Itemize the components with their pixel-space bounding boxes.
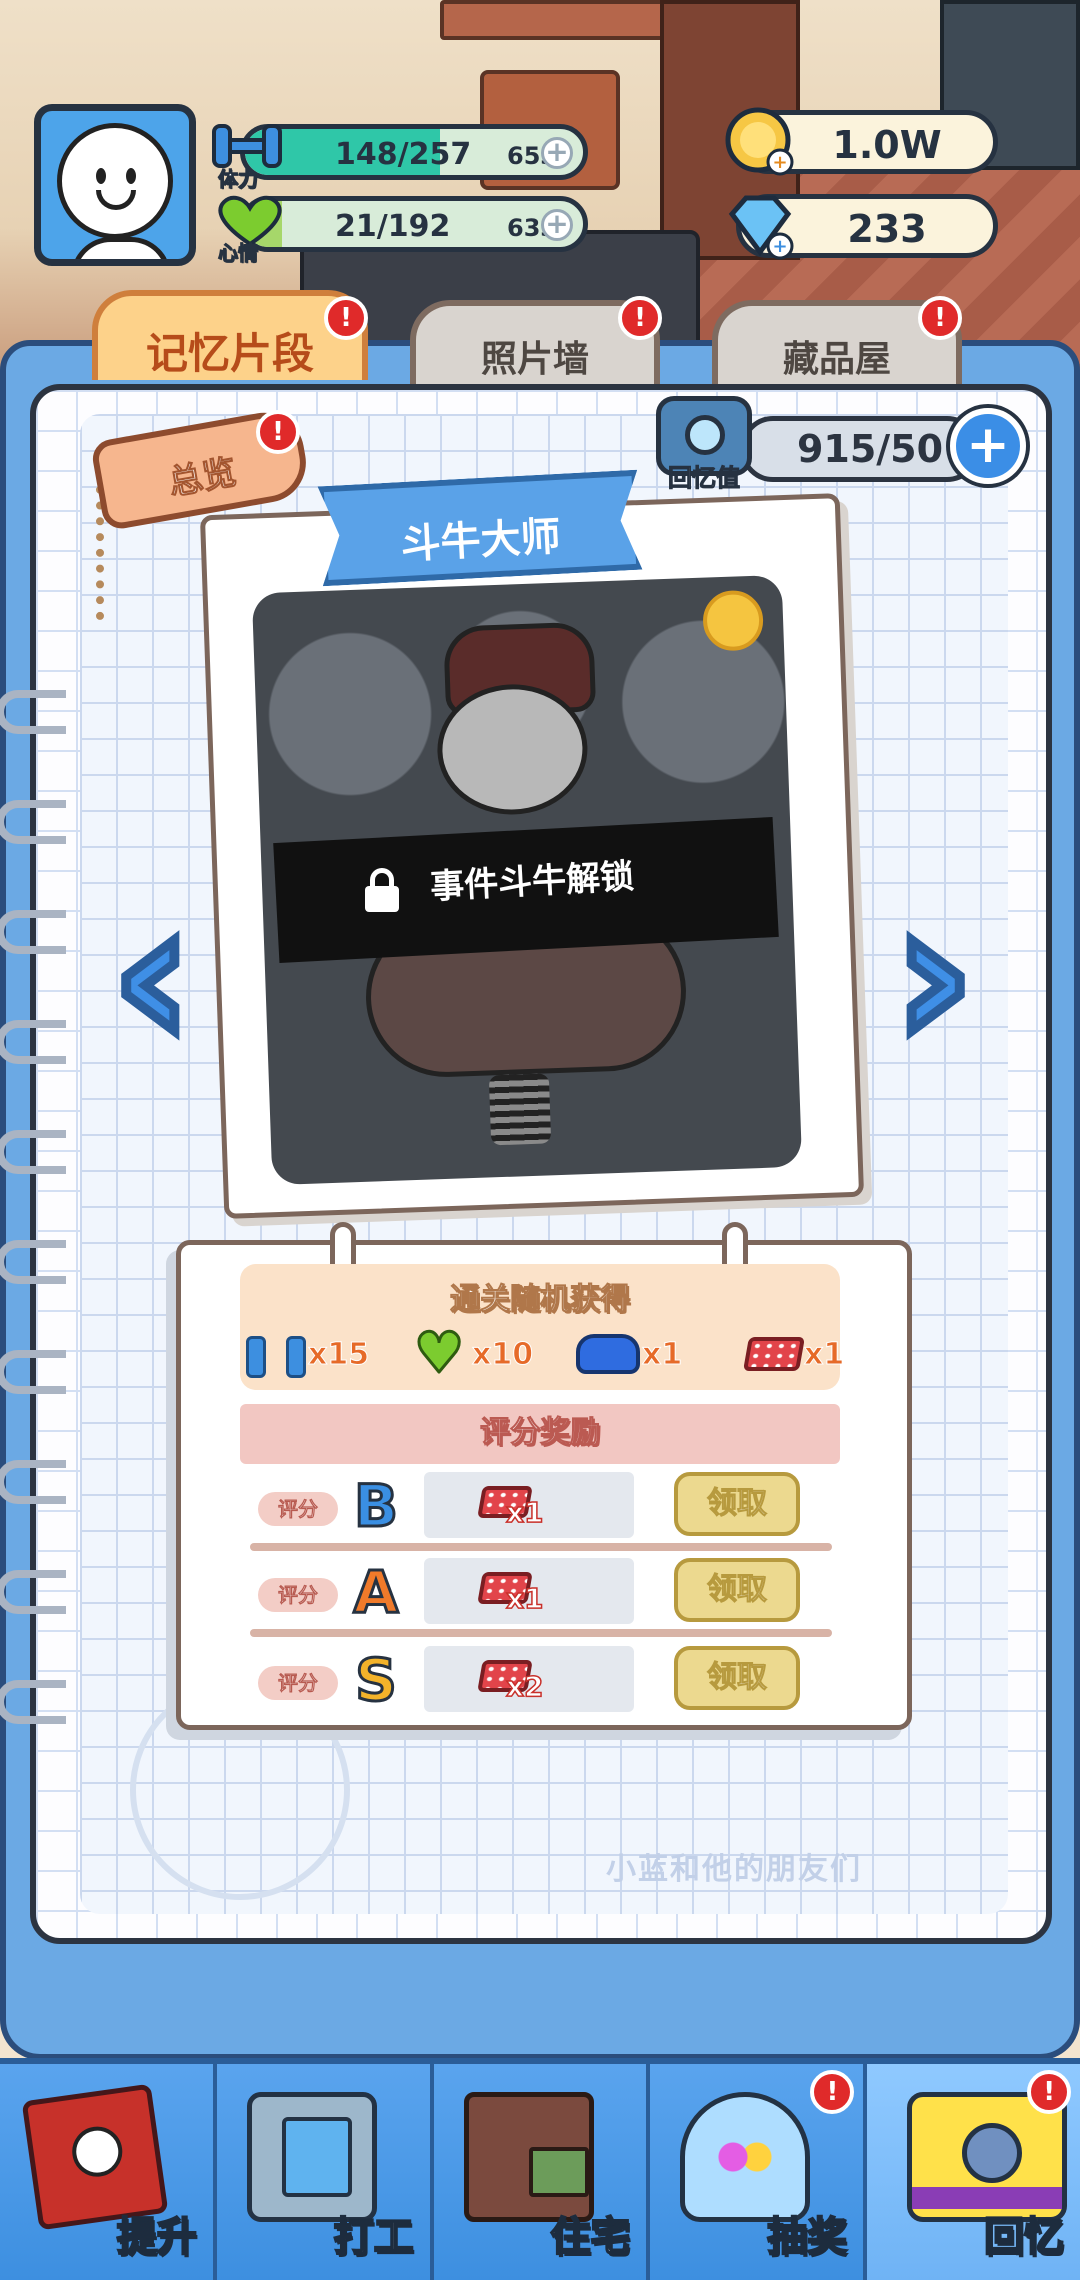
stamina-value: 148/257 [335,137,472,172]
nav-upgrade[interactable]: 提升 [0,2064,217,2280]
mood-value: 21/192 [335,209,451,244]
tab-collection-room-label: 藏品屋 [782,339,891,380]
binder-ring [0,1020,66,1064]
smiley-face-icon [57,123,173,239]
mood-label: 心情 [218,241,259,266]
divider [250,1629,832,1637]
score-reward-slot: x1 [424,1558,634,1624]
score-reward-slot: x1 [424,1472,634,1538]
score-reward-slot: x2 [424,1646,634,1712]
mood-add-button[interactable]: + [541,209,573,241]
tab-memory-fragments-label: 记忆片段 [145,329,314,378]
shelf-decoration [440,0,680,40]
drop-item-heart: ♥ x10 [413,1321,534,1386]
tab-memory-fragments-badge: ! [324,296,368,340]
binder-ring [0,1130,66,1174]
score-pill: 评分 [258,1666,338,1700]
score-reward-qty: x1 [505,1581,544,1616]
grade-a-label: A [352,1558,400,1626]
previous-memory-button[interactable]: ‹ [98,871,206,1081]
grade-s-label: S [354,1646,399,1714]
next-memory-button[interactable]: › [880,871,988,1081]
overview-badge: ! [256,410,300,454]
binder-ring [0,1460,66,1504]
drop-item-car: x1 [576,1326,683,1382]
gacha-machine-icon [680,2092,811,2222]
brick-icon [743,1337,805,1371]
score-reward-qty: x2 [505,1669,544,1704]
memory-title: 斗牛大师 [399,513,562,569]
add-memory-points-button[interactable]: + [950,408,1026,484]
binder-ring [0,910,66,954]
nav-work-label: 打工 [333,2213,415,2261]
dumbbell-icon [246,1334,306,1378]
car-icon [576,1334,640,1374]
tab-memory-fragments[interactable]: 记忆片段 [92,290,368,380]
nav-house[interactable]: 住宅 [433,2064,651,2280]
claim-button-a[interactable]: 领取 [674,1558,800,1622]
footer-watermark-text: 小蓝和他的朋友们 [606,1852,862,1887]
memory-title-ribbon: 斗牛大师 [318,470,643,587]
heart-icon: ♥ [413,1321,466,1386]
svg-text:+: + [772,236,787,257]
nav-lottery-badge: ! [810,2070,855,2114]
binder-ring [0,690,66,734]
score-row-b: 评分 B x1 领取 [258,1472,838,1542]
grade-b-label: B [352,1472,399,1540]
player-avatar[interactable] [34,104,196,266]
bottom-navigation: 提升 打工 住宅 抽奖 ! 回忆 ! [0,2058,1080,2280]
svg-text:+: + [772,152,787,173]
drop-qty: x15 [307,1336,370,1372]
divider [250,1543,832,1551]
nav-memory-label: 回忆 [983,2213,1065,2261]
stamina-add-button[interactable]: + [541,137,573,169]
memory-points-label: 回忆值 [668,464,741,493]
memory-points-counter: 915/50 [740,416,980,482]
score-rewards-title: 评分奖励 [240,1404,840,1464]
drop-qty: x10 [471,1336,534,1372]
tab-collection-room-badge: ! [918,296,962,340]
claim-button-s[interactable]: 领取 [674,1646,800,1710]
binder-ring [0,800,66,844]
heart-icon: 心情 [210,190,290,266]
stamina-bar[interactable]: 148/257 65s + [240,124,588,180]
drop-qty: x1 [803,1336,845,1372]
nav-upgrade-label: 提升 [116,2213,198,2261]
nav-house-label: 住宅 [549,2213,631,2261]
lock-icon [365,868,399,912]
coin-icon: + [722,104,798,180]
score-row-a: 评分 A x1 领取 [258,1558,838,1628]
nav-work[interactable]: 打工 [216,2064,434,2280]
binder-ring [0,1350,66,1394]
diamond-icon: + [722,188,798,264]
drop-item-brick: x1 [743,1326,845,1382]
nav-lottery[interactable]: 抽奖 ! [650,2064,868,2280]
score-reward-qty: x1 [505,1495,544,1530]
nav-memory[interactable]: 回忆 ! [867,2064,1080,2280]
dumbbell-icon: 体力 [210,116,290,192]
binder-ring [0,1570,66,1614]
stamina-label: 体力 [218,167,259,192]
memory-points-value: 915/50 [796,427,944,471]
drop-qty: x1 [641,1336,683,1372]
spring-icon [488,1073,552,1146]
drop-item-dumbbell: x15 [246,1326,370,1382]
score-pill: 评分 [258,1492,338,1526]
tab-photo-wall-label: 照片墙 [480,339,589,380]
score-row-s: 评分 S x2 领取 [258,1646,838,1716]
id-badge-icon [246,2092,377,2222]
nav-memory-badge: ! [1027,2070,1072,2114]
house-icon [463,2092,594,2222]
claim-button-b[interactable]: 领取 [674,1472,800,1536]
binder-ring [0,1240,66,1284]
random-drops-title: 通关随机获得 [450,1282,631,1318]
nav-lottery-label: 抽奖 [766,2213,848,2261]
score-pill: 评分 [258,1578,338,1612]
mood-bar[interactable]: 21/192 63s + [240,196,588,252]
binder-ring [0,1680,66,1724]
overview-tag-label: 总览 [165,452,240,504]
tab-photo-wall-badge: ! [618,296,662,340]
